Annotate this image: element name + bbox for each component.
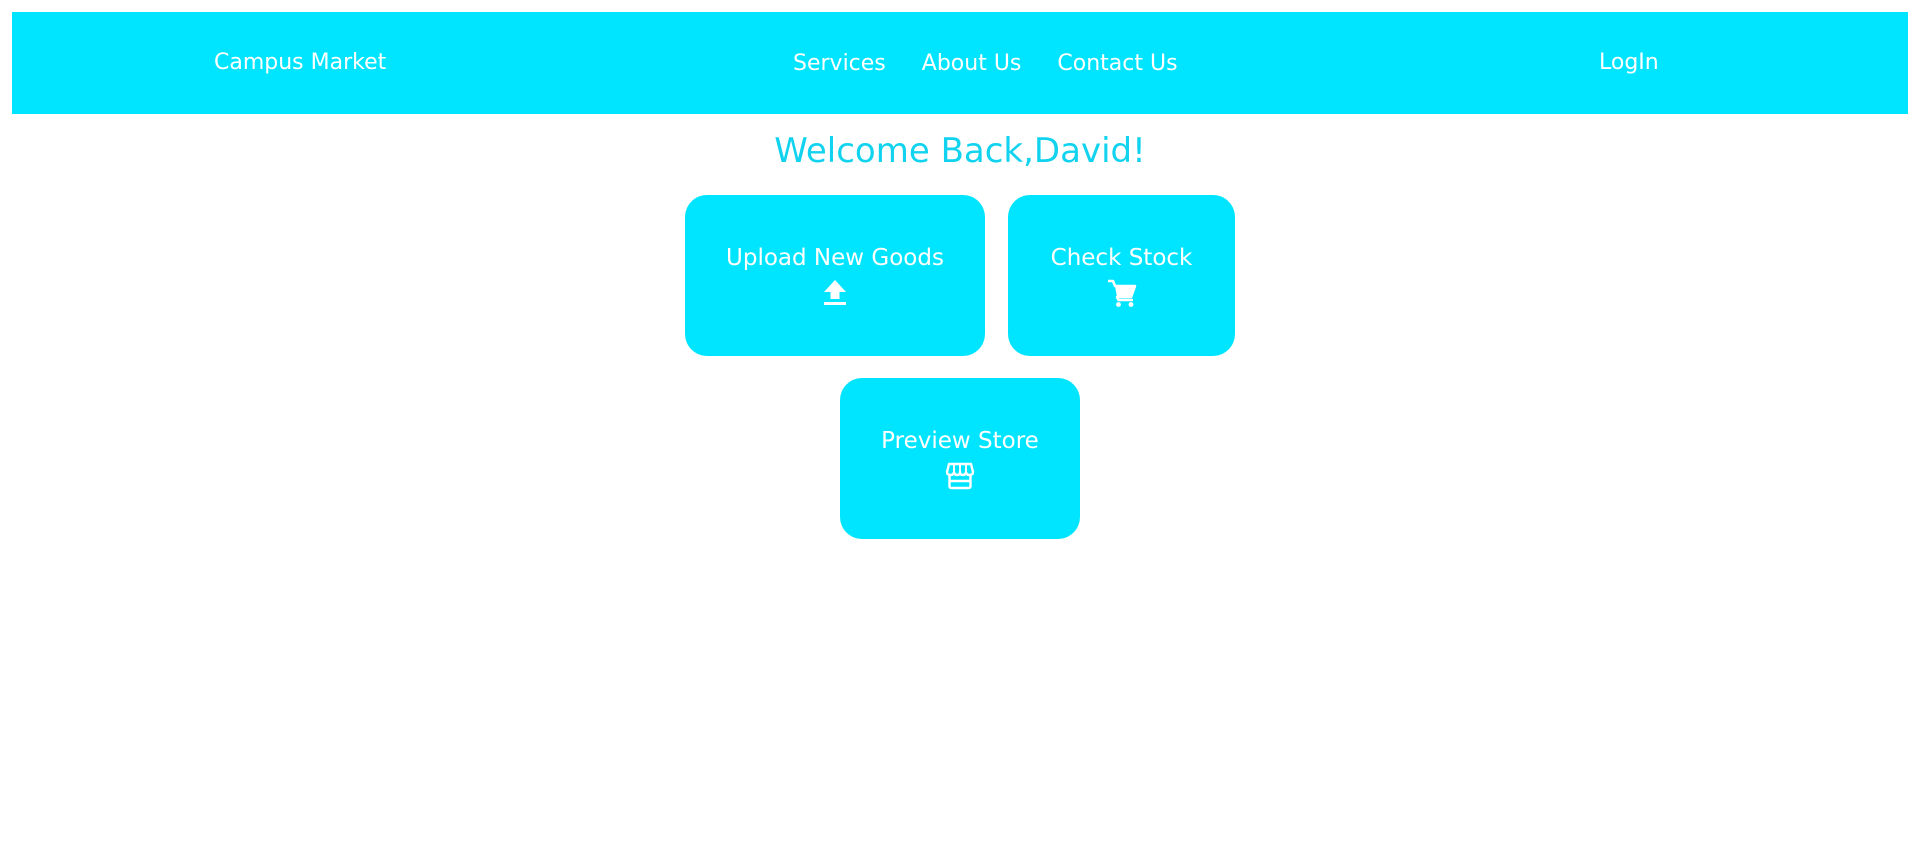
check-stock-label: Check Stock — [1050, 244, 1193, 271]
main-nav: Services About Us Contact Us — [793, 12, 1178, 114]
nav-link-contact-us[interactable]: Contact Us — [1057, 51, 1177, 76]
nav-link-about-us[interactable]: About Us — [922, 51, 1022, 76]
login-link[interactable]: LogIn — [1599, 12, 1659, 114]
nav-link-services[interactable]: Services — [793, 51, 886, 76]
preview-store-button[interactable]: Preview Store — [840, 378, 1080, 539]
upload-new-goods-label: Upload New Goods — [726, 244, 944, 271]
storefront-icon — [944, 460, 976, 492]
upload-icon — [819, 277, 851, 309]
top-navbar: Campus Market Services About Us Contact … — [12, 12, 1908, 114]
preview-store-label: Preview Store — [881, 427, 1039, 454]
check-stock-button[interactable]: Check Stock — [1008, 195, 1235, 356]
upload-new-goods-button[interactable]: Upload New Goods — [685, 195, 985, 356]
brand-link[interactable]: Campus Market — [214, 12, 386, 114]
shopping-cart-icon — [1106, 277, 1138, 309]
welcome-heading: Welcome Back,David! — [774, 131, 1146, 171]
